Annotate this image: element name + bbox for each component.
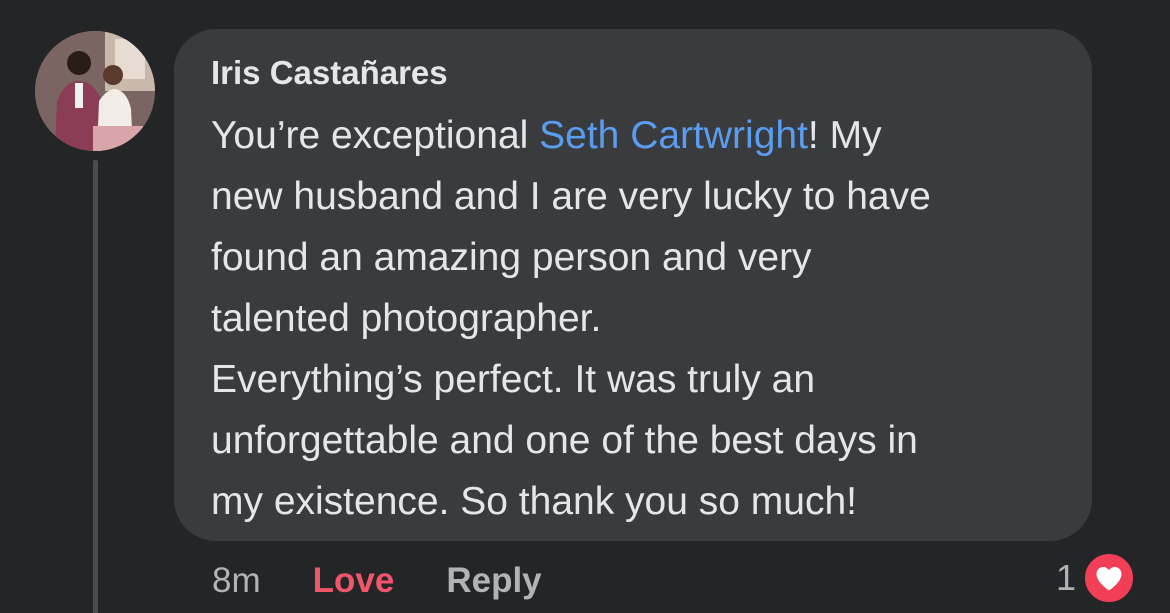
comment-line: Everything’s perfect. It was truly an bbox=[211, 358, 816, 401]
reaction-count: 1 bbox=[1055, 557, 1076, 598]
comment-line: new husband and I are very lucky to have bbox=[211, 175, 931, 218]
avatar[interactable] bbox=[35, 31, 155, 151]
comment-timestamp[interactable]: 8m bbox=[212, 561, 261, 601]
comment-actions: 8m Love Reply bbox=[212, 556, 542, 606]
comment-line: talented photographer. bbox=[211, 297, 602, 340]
comment-author[interactable]: Iris Castañares bbox=[211, 53, 1062, 93]
mention-link[interactable]: Seth Cartwright bbox=[539, 114, 808, 157]
thread-line bbox=[93, 160, 98, 613]
comment-bubble: Iris Castañares You’re exceptional Seth … bbox=[174, 29, 1092, 541]
avatar-photo bbox=[35, 31, 155, 151]
comment-line: unforgettable and one of the best days i… bbox=[211, 419, 918, 462]
comment-line: You’re exceptional Seth Cartwright! My bbox=[211, 114, 882, 157]
love-button[interactable]: Love bbox=[313, 561, 395, 601]
reaction-summary[interactable]: 1 bbox=[1055, 551, 1136, 605]
comment-line: my existence. So thank you so much! bbox=[211, 480, 857, 523]
comment-line: found an amazing person and very bbox=[211, 236, 812, 279]
comment-text: You’re exceptional Seth Cartwright! My n… bbox=[211, 105, 1062, 532]
reply-button[interactable]: Reply bbox=[446, 561, 541, 601]
heart-icon bbox=[1082, 551, 1136, 605]
